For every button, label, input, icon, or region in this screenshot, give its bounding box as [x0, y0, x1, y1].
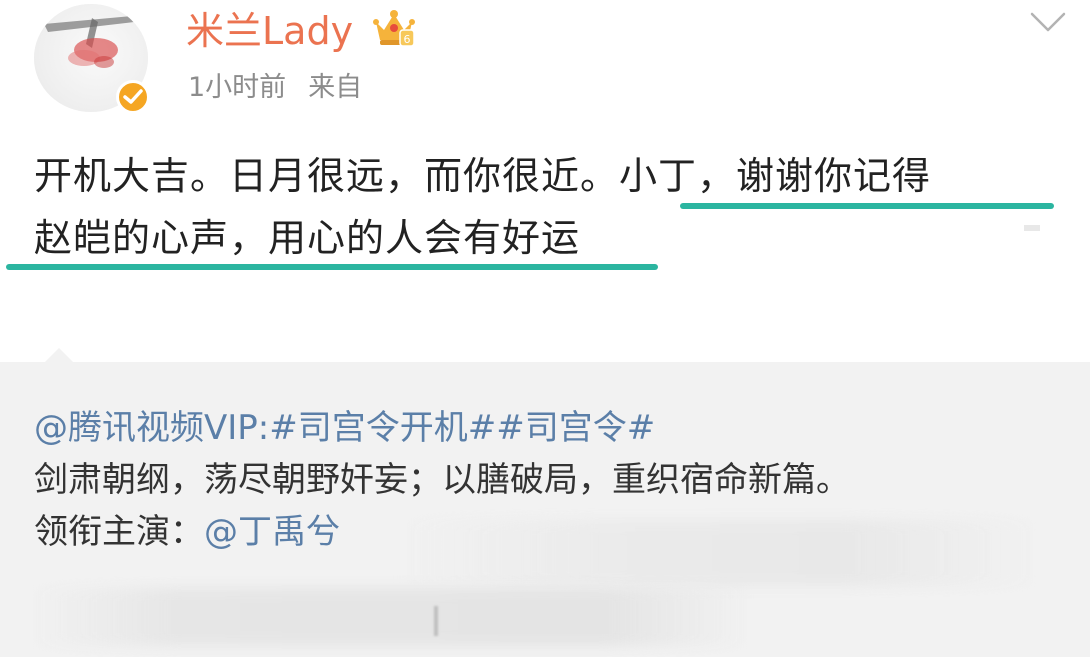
- content-line-1: 开机大吉。日月很远，而你很近。小丁，谢谢你记得: [34, 145, 1064, 207]
- blurred-region-1: [400, 520, 1040, 586]
- repost-author-mention[interactable]: @腾讯视频VIP:: [34, 408, 269, 448]
- blurred-mark: [434, 606, 438, 636]
- blurred-region-2: [30, 588, 750, 646]
- crown-vip-icon[interactable]: 6: [372, 8, 416, 48]
- content-highlight-text-2: 赵皑的心声，用心的人会有好运: [34, 216, 581, 260]
- repost-pointer: [44, 348, 74, 363]
- content-plain-text: 开机大吉。日月很远，而你很近。: [34, 154, 620, 198]
- lead-actor-label: 领衔主演：: [34, 512, 204, 552]
- chevron-down-icon[interactable]: [1028, 10, 1068, 34]
- svg-text:6: 6: [404, 33, 411, 46]
- highlight-underline-2: [6, 264, 658, 270]
- repost-line-1: @腾讯视频VIP:#司宫令开机##司宫令#: [34, 402, 1064, 454]
- post-time: 1小时前: [188, 72, 287, 103]
- faint-mark: [1024, 225, 1040, 231]
- post-meta: 1小时前 来自: [188, 70, 384, 106]
- repost-line-2: 剑肃朝纲，荡尽朝野奸妄；以膳破局，重织宿命新篇。: [34, 460, 850, 500]
- post-source-label: 来自: [308, 72, 363, 103]
- avatar[interactable]: [34, 4, 150, 114]
- repost-hashtags[interactable]: #司宫令开机##司宫令#: [269, 408, 655, 448]
- content-highlight-text-1: 小丁，谢谢你记得: [619, 154, 932, 198]
- username[interactable]: 米兰Lady: [186, 8, 353, 54]
- lead-actor-mention[interactable]: @丁禹兮: [204, 512, 340, 552]
- weibo-post: 米兰Lady 6 1小时前 来自 开机大吉。日月很远，而你很近。小丁，谢谢你记得 …: [0, 0, 1090, 362]
- verified-badge-icon: [116, 80, 150, 114]
- highlight-underline-1: [680, 203, 1054, 209]
